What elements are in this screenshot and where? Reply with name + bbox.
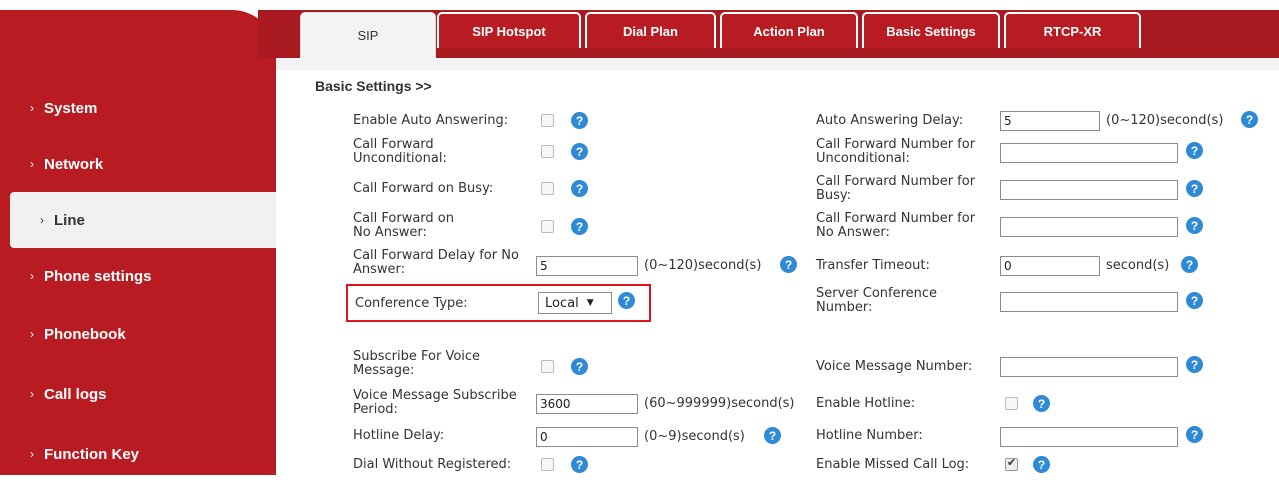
- hotline-delay-input[interactable]: [536, 427, 638, 447]
- help-icon[interactable]: ?: [764, 427, 781, 444]
- conference-type-select[interactable]: Local ▼: [538, 292, 612, 314]
- subscribe-voice-message-checkbox[interactable]: [541, 360, 554, 373]
- sidebar-item-label: Phone settings: [44, 267, 152, 285]
- sidebar-nav: › System › Network › Line › Phone settings ›…: [0, 10, 276, 475]
- tab-sip[interactable]: SIP: [300, 12, 436, 58]
- chevron-right-icon: ›: [30, 101, 34, 115]
- sidebar-item-label: Function Key: [44, 445, 140, 463]
- help-icon[interactable]: ?: [780, 256, 797, 273]
- help-icon[interactable]: ?: [1186, 217, 1203, 234]
- help-icon[interactable]: ?: [1186, 426, 1203, 443]
- hotline-delay-unit: (0~9)second(s): [644, 429, 745, 444]
- chevron-right-icon: ›: [40, 213, 44, 227]
- cf-busy-label: Call Forward on Busy:: [353, 181, 494, 196]
- sidebar-item-phone-settings[interactable]: › Phone settings: [0, 248, 276, 304]
- help-icon[interactable]: ?: [1033, 456, 1050, 473]
- tab-dial-plan[interactable]: Dial Plan: [585, 12, 716, 48]
- help-icon[interactable]: ?: [1186, 292, 1203, 309]
- auto-answering-delay-label: Auto Answering Delay:: [816, 113, 964, 128]
- cf-no-answer-label: Call Forward on No Answer:: [353, 211, 455, 240]
- help-icon[interactable]: ?: [1241, 111, 1258, 128]
- enable-hotline-checkbox[interactable]: [1005, 397, 1018, 410]
- cf-number-no-answer-label: Call Forward Number for No Answer:: [816, 211, 976, 240]
- dropdown-arrow-icon: ▼: [586, 298, 594, 308]
- server-conference-number-input[interactable]: [1000, 292, 1178, 312]
- hotline-delay-label: Hotline Delay:: [353, 428, 445, 443]
- cf-no-answer-checkbox[interactable]: [541, 220, 554, 233]
- tab-rtcp-xr[interactable]: RTCP-XR: [1004, 12, 1141, 48]
- sidebar-item-network[interactable]: › Network: [0, 136, 276, 192]
- subscribe-voice-message-label: Subscribe For Voice Message:: [353, 349, 481, 378]
- cf-number-unconditional-label: Call Forward Number for Unconditional:: [816, 137, 976, 166]
- cf-busy-checkbox[interactable]: [541, 182, 554, 195]
- conference-type-label: Conference Type:: [355, 296, 468, 311]
- transfer-timeout-unit: second(s): [1106, 258, 1170, 273]
- help-icon[interactable]: ?: [1186, 356, 1203, 373]
- chevron-right-icon: ›: [30, 447, 34, 461]
- help-icon[interactable]: ?: [571, 218, 588, 235]
- tab-sip-hotspot[interactable]: SIP Hotspot: [437, 12, 581, 48]
- voice-message-number-input[interactable]: [1000, 357, 1178, 377]
- help-icon[interactable]: ?: [1181, 256, 1198, 273]
- sidebar-item-label: Line: [54, 211, 85, 229]
- enable-hotline-label: Enable Hotline:: [816, 396, 916, 411]
- dial-without-registered-label: Dial Without Registered:: [353, 457, 512, 472]
- section-title: Basic Settings >>: [315, 78, 432, 94]
- transfer-timeout-input[interactable]: [1000, 256, 1100, 276]
- auto-answering-delay-unit: (0~120)second(s): [1106, 113, 1224, 128]
- vm-subscribe-period-unit: (60~999999)second(s): [644, 396, 795, 411]
- tab-basic-settings[interactable]: Basic Settings: [862, 12, 1000, 48]
- tab-underline-band: [276, 58, 1279, 70]
- cf-delay-no-answer-label: Call Forward Delay for No Answer:: [353, 248, 519, 277]
- tab-action-plan[interactable]: Action Plan: [720, 12, 858, 48]
- enable-auto-answering-checkbox[interactable]: [541, 114, 554, 127]
- hotline-number-label: Hotline Number:: [816, 428, 923, 443]
- server-conference-number-label: Server Conference Number:: [816, 286, 938, 315]
- sidebar-item-phonebook[interactable]: › Phonebook: [0, 306, 276, 362]
- chevron-right-icon: ›: [30, 269, 34, 283]
- chevron-right-icon: ›: [30, 157, 34, 171]
- sidebar-item-label: Network: [44, 155, 104, 173]
- chevron-right-icon: ›: [30, 327, 34, 341]
- cf-number-busy-label: Call Forward Number for Busy:: [816, 174, 976, 203]
- enable-missed-call-log-label: Enable Missed Call Log:: [816, 457, 970, 472]
- sidebar-item-label: Phonebook: [44, 325, 126, 343]
- help-icon[interactable]: ?: [571, 456, 588, 473]
- cf-delay-no-answer-unit: (0~120)second(s): [644, 258, 762, 273]
- help-icon[interactable]: ?: [1186, 142, 1203, 159]
- sidebar-item-system[interactable]: › System: [0, 80, 276, 136]
- cf-number-no-answer-input[interactable]: [1000, 217, 1178, 237]
- help-icon[interactable]: ?: [571, 112, 588, 129]
- sidebar-item-label: System: [44, 99, 98, 117]
- sidebar-item-function-key[interactable]: › Function Key: [0, 426, 276, 482]
- dial-without-registered-checkbox[interactable]: [541, 458, 554, 471]
- vm-subscribe-period-label: Voice Message Subscribe Period:: [353, 388, 517, 417]
- hotline-number-input[interactable]: [1000, 427, 1178, 447]
- sidebar-item-line[interactable]: › Line: [10, 192, 276, 248]
- sidebar-item-call-logs[interactable]: › Call logs: [0, 366, 276, 422]
- help-icon[interactable]: ?: [571, 358, 588, 375]
- enable-missed-call-log-checkbox[interactable]: [1005, 456, 1018, 471]
- help-icon[interactable]: ?: [571, 143, 588, 160]
- help-icon[interactable]: ?: [571, 180, 588, 197]
- help-icon[interactable]: ?: [1033, 395, 1050, 412]
- cf-number-busy-input[interactable]: [1000, 180, 1178, 200]
- voice-message-number-label: Voice Message Number:: [816, 359, 973, 374]
- enable-auto-answering-label: Enable Auto Answering:: [353, 113, 509, 128]
- conference-type-value: Local: [545, 295, 579, 311]
- cf-delay-no-answer-input[interactable]: [536, 256, 638, 276]
- cf-unconditional-checkbox[interactable]: [541, 145, 554, 158]
- transfer-timeout-label: Transfer Timeout:: [816, 258, 930, 273]
- cf-number-unconditional-input[interactable]: [1000, 143, 1178, 163]
- vm-subscribe-period-input[interactable]: [536, 394, 638, 414]
- cf-unconditional-label: Call Forward Unconditional:: [353, 137, 447, 166]
- chevron-right-icon: ›: [30, 387, 34, 401]
- auto-answering-delay-input[interactable]: [1000, 111, 1100, 131]
- help-icon[interactable]: ?: [1186, 180, 1203, 197]
- sidebar-item-label: Call logs: [44, 385, 107, 403]
- help-icon[interactable]: ?: [618, 292, 635, 309]
